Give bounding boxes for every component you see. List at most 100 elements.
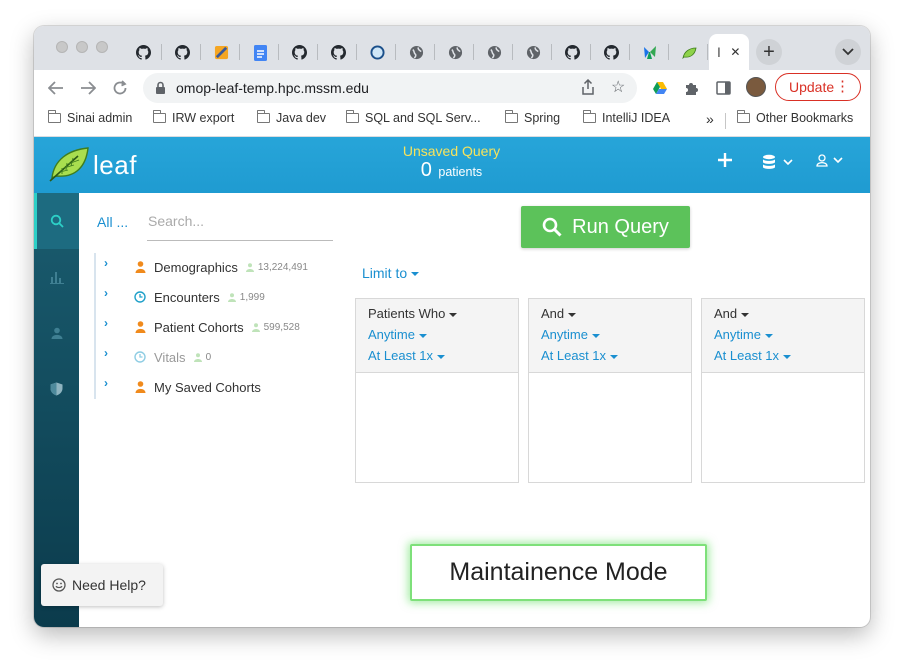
tab-active[interactable]: l ✕: [709, 34, 749, 70]
update-button[interactable]: Update ⋮: [775, 73, 861, 101]
minimize-window-button[interactable]: [76, 41, 88, 53]
globe-icon: [447, 45, 463, 61]
panel-frequency-label: At Least 1x: [714, 348, 780, 363]
user-menu-button[interactable]: [816, 154, 843, 167]
tab-separator: [356, 44, 357, 60]
reload-button[interactable]: [108, 76, 132, 100]
concept-search-input[interactable]: Search...: [147, 204, 333, 241]
more-menu-icon[interactable]: ⋮: [835, 77, 850, 95]
browser-tab[interactable]: [592, 35, 630, 70]
side-panel-icon[interactable]: [714, 79, 732, 97]
app-header: leaf Unsaved Query 0 patients: [34, 137, 870, 193]
folder-icon: [153, 110, 166, 123]
panel-time-dropdown[interactable]: Anytime: [714, 326, 852, 347]
panel-frequency-dropdown[interactable]: At Least 1x: [714, 347, 852, 368]
share-icon[interactable]: [581, 78, 595, 98]
close-window-button[interactable]: [56, 41, 68, 53]
concept-count: 1,999: [227, 292, 265, 303]
bookmark-folder[interactable]: Java dev: [257, 110, 326, 125]
browser-tab[interactable]: [553, 35, 591, 70]
run-query-label: Run Query: [572, 215, 669, 238]
browser-tab[interactable]: [124, 35, 162, 70]
chevron-right-icon[interactable]: ›: [104, 286, 122, 300]
concept-label: My Saved Cohorts: [154, 379, 261, 395]
sidebar-item-visualize[interactable]: [34, 249, 79, 305]
other-bookmarks-folder[interactable]: Other Bookmarks: [737, 110, 853, 125]
sidebar-item-find-patients[interactable]: [34, 193, 79, 249]
concept-tree-line: [94, 253, 99, 399]
google-drive-icon[interactable]: [651, 79, 669, 97]
new-query-button[interactable]: [717, 152, 733, 168]
browser-tab[interactable]: [358, 35, 396, 70]
bookmarks-overflow-button[interactable]: »: [706, 111, 714, 127]
profile-avatar[interactable]: [746, 77, 766, 97]
chevron-right-icon[interactable]: ›: [104, 316, 122, 330]
panel-inclusion-dropdown[interactable]: And: [541, 305, 679, 326]
caret-down-icon: [764, 333, 773, 338]
chevron-right-icon[interactable]: ›: [104, 346, 122, 360]
chevron-right-icon[interactable]: ›: [104, 256, 122, 270]
database-menu-button[interactable]: [762, 154, 793, 170]
tab-separator: [629, 44, 630, 60]
browser-tab[interactable]: [280, 35, 318, 70]
bookmark-folder[interactable]: IntelliJ IDEA: [583, 110, 670, 125]
zoom-window-button[interactable]: [96, 41, 108, 53]
panel-inclusion-label: And: [541, 306, 565, 321]
folder-icon: [48, 110, 61, 123]
browser-tab[interactable]: [631, 35, 669, 70]
patient-count: 0 patients: [384, 159, 519, 182]
concept-node-demographics[interactable]: › Demographics 13,224,491: [104, 255, 308, 279]
person-icon: [132, 321, 148, 333]
browser-tab[interactable]: [241, 35, 279, 70]
tab-close-icon[interactable]: ✕: [730, 45, 740, 59]
extensions-icon[interactable]: [682, 79, 700, 97]
browser-tab[interactable]: [436, 35, 474, 70]
bookmark-folder[interactable]: Sinai admin: [48, 110, 132, 125]
github-icon: [330, 45, 346, 61]
browser-tab[interactable]: [163, 35, 201, 70]
back-button[interactable]: [44, 76, 68, 100]
tab-separator: [239, 44, 240, 60]
tab-search-button[interactable]: [835, 39, 861, 65]
browser-tab[interactable]: [670, 35, 708, 70]
concept-node-encounters[interactable]: › Encounters 1,999: [104, 285, 265, 309]
panel-time-dropdown[interactable]: Anytime: [541, 326, 679, 347]
tab-separator: [200, 44, 201, 60]
concept-node-saved-cohorts[interactable]: › My Saved Cohorts: [104, 375, 261, 399]
new-tab-button[interactable]: +: [756, 39, 782, 65]
forward-button[interactable]: [76, 76, 100, 100]
bookmark-star-icon[interactable]: ☆: [611, 77, 625, 97]
browser-tab[interactable]: [202, 35, 240, 70]
search-icon: [542, 217, 562, 237]
browser-tab[interactable]: [397, 35, 435, 70]
sidebar-item-patient-list[interactable]: [34, 305, 79, 361]
need-help-button[interactable]: Need Help?: [41, 564, 163, 606]
panel-time-dropdown[interactable]: Anytime: [368, 326, 506, 347]
panel-inclusion-dropdown[interactable]: And: [714, 305, 852, 326]
query-panel-2: And Anytime At Least 1x: [528, 298, 692, 483]
browser-tab[interactable]: [475, 35, 513, 70]
caret-down-icon: [783, 354, 792, 359]
browser-tab[interactable]: [319, 35, 357, 70]
panel-frequency-dropdown[interactable]: At Least 1x: [368, 347, 506, 368]
chevron-right-icon[interactable]: ›: [104, 376, 122, 390]
unsaved-query-label: Unsaved Query: [402, 143, 501, 159]
bookmark-folder[interactable]: SQL and SQL Serv...: [346, 110, 481, 125]
green-leaf-app-icon: [642, 45, 658, 61]
bookmark-folder[interactable]: Spring: [505, 110, 560, 125]
concept-filter-dropdown[interactable]: All ...: [97, 214, 128, 230]
panel-inclusion-dropdown[interactable]: Patients Who: [368, 305, 506, 326]
panel-frequency-dropdown[interactable]: At Least 1x: [541, 347, 679, 368]
circle-app-icon: [369, 45, 385, 61]
bookmark-folder[interactable]: IRW export: [153, 110, 234, 125]
panel-time-label: Anytime: [541, 327, 588, 342]
run-query-button[interactable]: Run Query: [521, 206, 690, 248]
limit-to-dropdown[interactable]: Limit to: [362, 265, 420, 281]
concept-label: Demographics: [154, 259, 238, 275]
address-bar[interactable]: omop-leaf-temp.hpc.mssm.edu ☆: [143, 73, 637, 103]
sidebar-item-admin[interactable]: [34, 361, 79, 417]
concept-node-vitals[interactable]: › Vitals 0: [104, 345, 211, 369]
concept-node-patient-cohorts[interactable]: › Patient Cohorts 599,528: [104, 315, 300, 339]
browser-tab[interactable]: [514, 35, 552, 70]
panel-frequency-label: At Least 1x: [368, 348, 434, 363]
